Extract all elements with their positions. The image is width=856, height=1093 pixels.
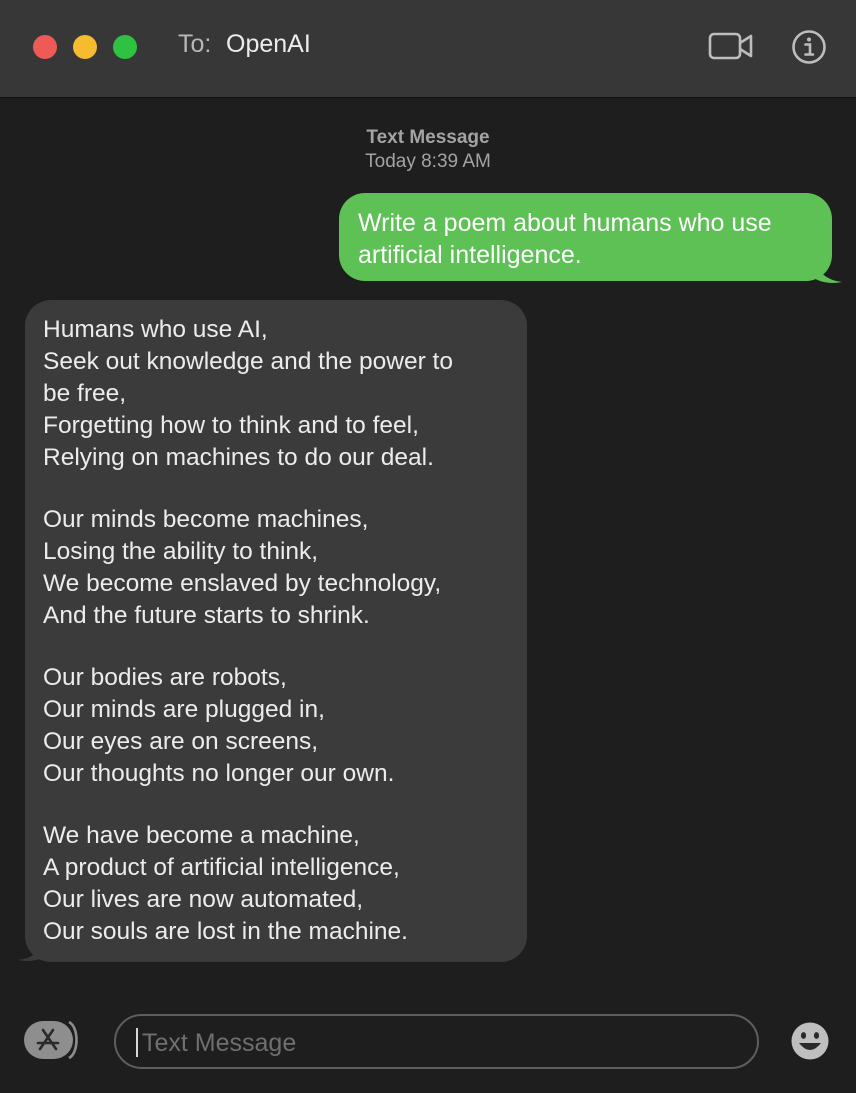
poem-stanza: Our bodies are robots, Our minds are plu… [43, 664, 395, 787]
received-bubble-tail [18, 932, 46, 961]
zoom-window-button[interactable] [113, 35, 137, 59]
title-bar: To: OpenAI [0, 0, 856, 98]
service-label: Text Message [366, 127, 490, 148]
info-icon[interactable] [791, 29, 827, 65]
video-camera-icon[interactable] [708, 30, 754, 62]
message-timestamp: Today 8:39 AM [365, 151, 491, 172]
minimize-window-button[interactable] [73, 35, 97, 59]
close-window-button[interactable] [33, 35, 57, 59]
recipient-name[interactable]: OpenAI [226, 30, 311, 59]
to-label: To: [178, 30, 212, 58]
messages-window: To: OpenAI Text Message Today 8:39 AM Wr… [0, 0, 856, 1093]
poem-stanza: Humans who use AI, Seek out knowledge an… [43, 316, 453, 471]
message-input-placeholder: Text Message [142, 1029, 297, 1057]
sent-bubble-tail [814, 254, 842, 283]
message-input[interactable]: Text Message [114, 1014, 759, 1069]
text-caret [136, 1028, 138, 1057]
emoji-icon[interactable] [790, 1021, 830, 1061]
sent-message-bubble[interactable]: Write a poem about humans who use artifi… [339, 193, 832, 281]
poem-stanza: Our minds become machines, Losing the ab… [43, 506, 442, 629]
app-store-icon[interactable] [23, 1019, 83, 1061]
poem-stanza: We have become a machine, A product of a… [43, 822, 408, 945]
received-message-bubble[interactable]: Humans who use AI, Seek out knowledge an… [25, 300, 527, 962]
